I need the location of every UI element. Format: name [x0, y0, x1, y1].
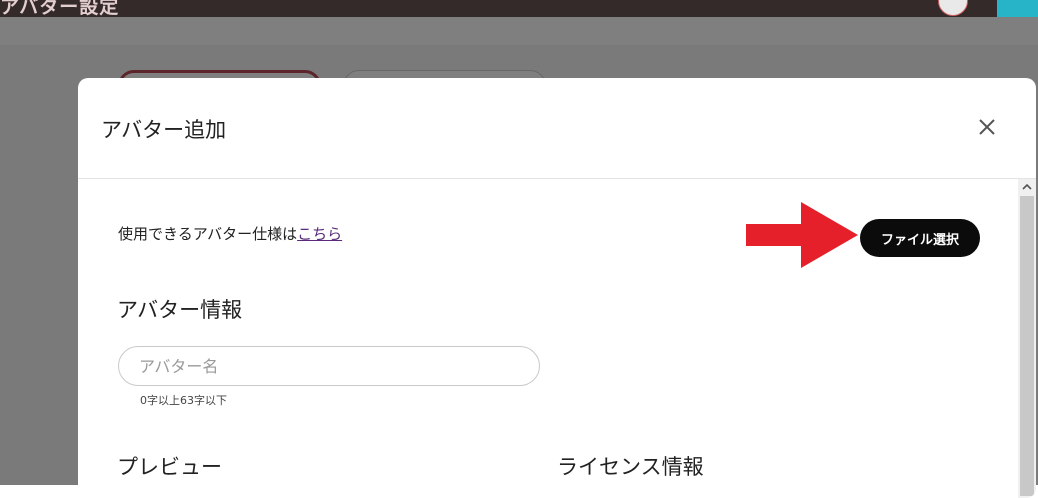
spec-link[interactable]: こちら: [297, 225, 342, 243]
scroll-up-icon: [1022, 183, 1032, 190]
avatar-name-hint: 0字以上63字以下: [140, 394, 227, 407]
top-navigation-bar: アバター設定: [0, 0, 1038, 18]
modal-scrollbar[interactable]: [1018, 179, 1036, 498]
avatar-spec-note: 使用できるアバター仕様はこちら: [118, 223, 342, 244]
close-icon: [979, 119, 995, 135]
scroll-up-button[interactable]: [1018, 179, 1036, 195]
modal-body: 使用できるアバター仕様はこちら ファイル選択 アバター情報 0字以上63字以下 …: [78, 179, 1036, 498]
menu-button[interactable]: [997, 0, 1038, 17]
preview-heading: プレビュー: [117, 455, 222, 479]
avatar-icon[interactable]: [938, 0, 968, 16]
file-select-button[interactable]: ファイル選択: [860, 219, 980, 257]
modal-header: アバター追加: [78, 78, 1036, 179]
license-info-heading: ライセンス情報: [557, 455, 704, 479]
arrow-right-icon: [746, 202, 858, 268]
spec-text: 使用できるアバター仕様は: [118, 225, 298, 243]
add-avatar-modal: アバター追加 使用できるアバター仕様はこちら ファイル選択 アバター情報 0字以…: [78, 78, 1036, 498]
close-button[interactable]: [974, 114, 1000, 140]
avatar-name-input[interactable]: [118, 346, 540, 386]
modal-title: アバター追加: [101, 118, 227, 142]
scroll-thumb[interactable]: [1020, 196, 1034, 496]
avatar-info-heading: アバター情報: [117, 298, 243, 322]
